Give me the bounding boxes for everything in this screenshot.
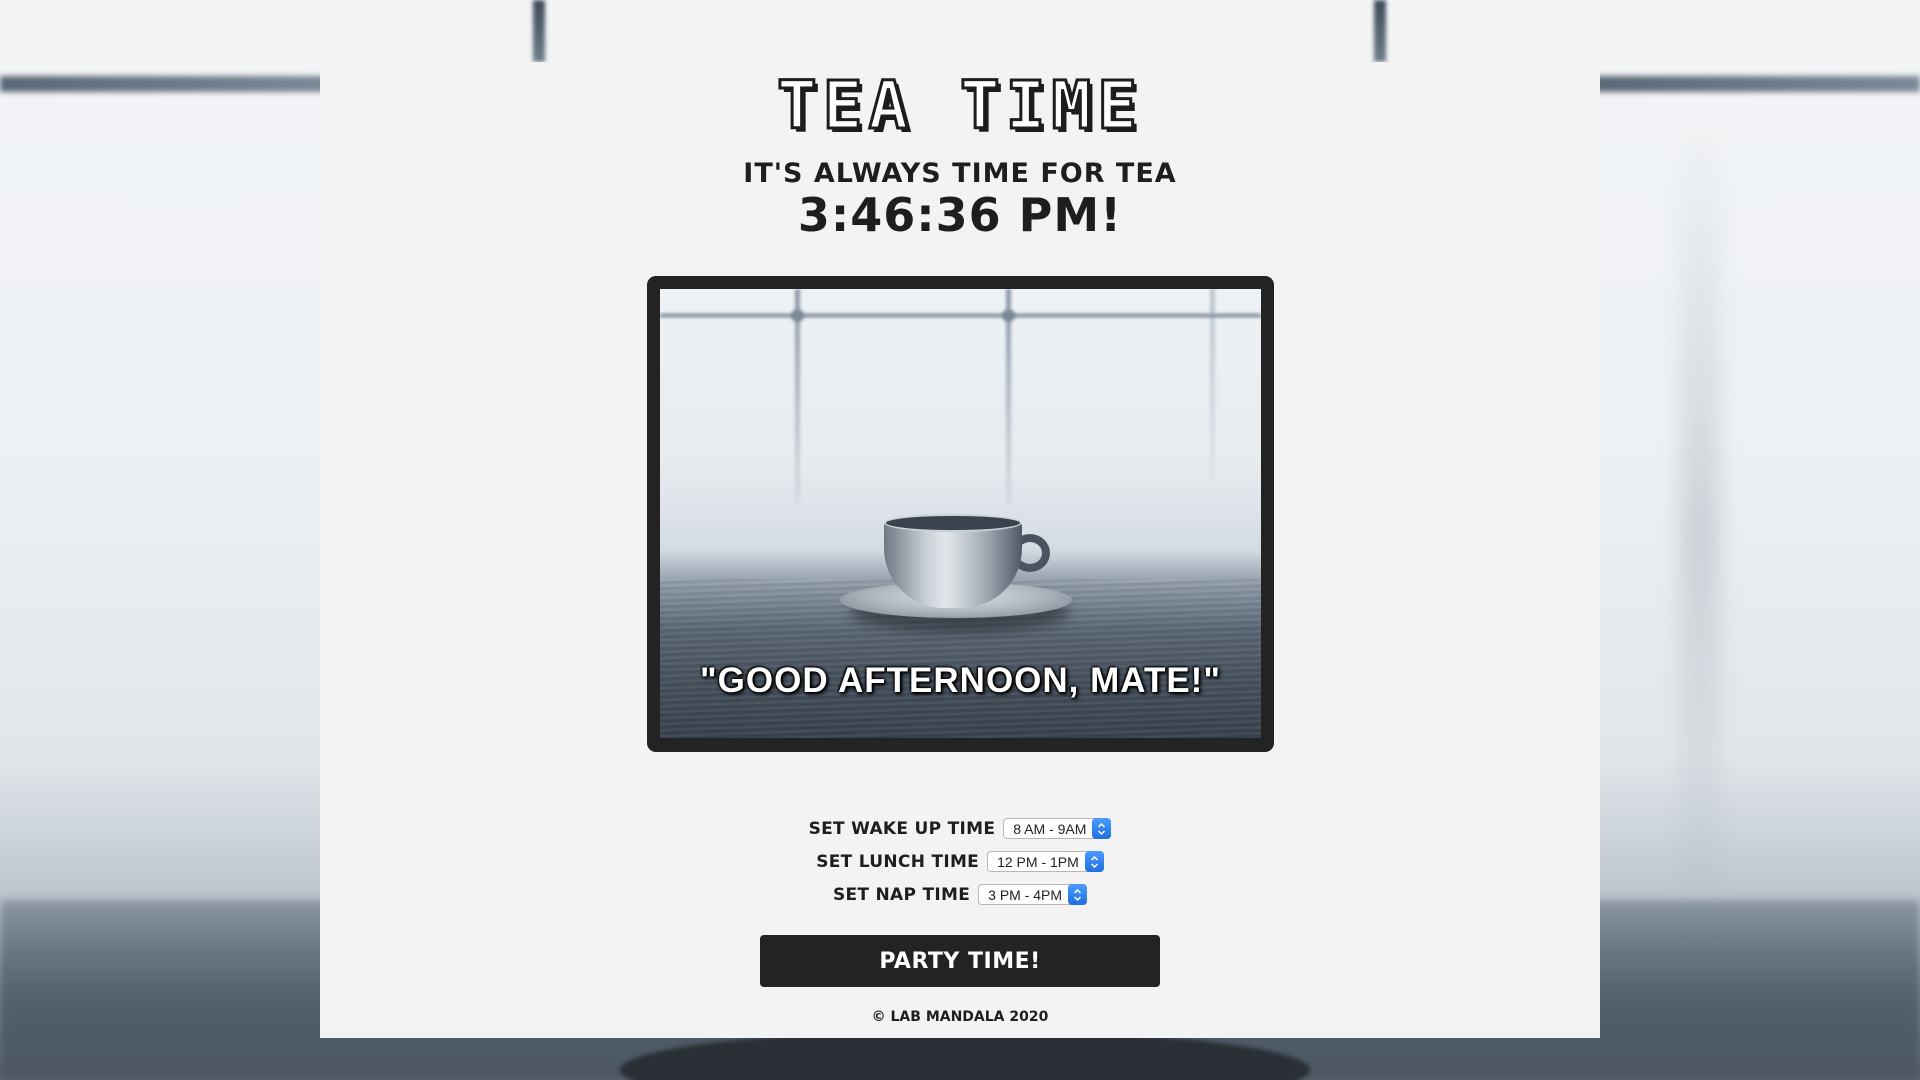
- party-time-button[interactable]: PARTY TIME!: [760, 935, 1160, 987]
- nap-label: SET NAP TIME: [832, 884, 971, 905]
- window-frame: [791, 289, 804, 504]
- clock-display: 3:46:36 PM!: [797, 188, 1123, 242]
- select-arrows-icon: [1084, 851, 1104, 872]
- wake-up-time-select[interactable]: 8 AM - 9AM: [1003, 818, 1112, 839]
- wake-up-selected-value: 8 AM - 9AM: [1013, 820, 1087, 837]
- cup-rim: [884, 514, 1022, 532]
- select-arrows-icon: [1092, 818, 1112, 839]
- time-settings: SET WAKE UP TIME 8 AM - 9AM SET LUNCH TI…: [320, 812, 1600, 911]
- wake-up-label: SET WAKE UP TIME: [808, 818, 996, 839]
- setting-row-nap: SET NAP TIME 3 PM - 4PM: [320, 878, 1600, 911]
- logo-title: TEA TIME: [776, 65, 1143, 145]
- window-frame: [1002, 289, 1015, 504]
- setting-row-lunch: SET LUNCH TIME 12 PM - 1PM: [320, 845, 1600, 878]
- background-window-rail: [1590, 76, 1920, 92]
- lunch-selected-value: 12 PM - 1PM: [997, 853, 1079, 870]
- lunch-time-select[interactable]: 12 PM - 1PM: [987, 851, 1104, 872]
- tagline: IT'S ALWAYS TIME FOR TEA: [743, 158, 1177, 189]
- nap-selected-value: 3 PM - 4PM: [988, 886, 1063, 903]
- background-window-rail: [0, 76, 330, 92]
- teacup-illustration: [840, 514, 1080, 644]
- lunch-label: SET LUNCH TIME: [816, 851, 980, 872]
- hero-image-frame: "GOOD AFTERNOON, MATE!": [647, 276, 1274, 752]
- setting-row-wake-up: SET WAKE UP TIME 8 AM - 9AM: [320, 812, 1600, 845]
- select-arrows-icon: [1068, 884, 1088, 905]
- footer-copyright: © LAB MANDALA 2020: [871, 1009, 1049, 1025]
- hero-image: "GOOD AFTERNOON, MATE!": [660, 289, 1261, 738]
- background-blur-shape: [1680, 120, 1720, 940]
- background-window-frame: [1374, 0, 1386, 62]
- nap-time-select[interactable]: 3 PM - 4PM: [978, 884, 1088, 905]
- greeting-caption: "GOOD AFTERNOON, MATE!": [700, 661, 1221, 700]
- window-frame: [1210, 289, 1215, 479]
- window-rail: [660, 313, 1261, 318]
- background-window-frame: [533, 0, 545, 62]
- main-card: TEA TIME IT'S ALWAYS TIME FOR TEA 3:46:3…: [320, 62, 1600, 1038]
